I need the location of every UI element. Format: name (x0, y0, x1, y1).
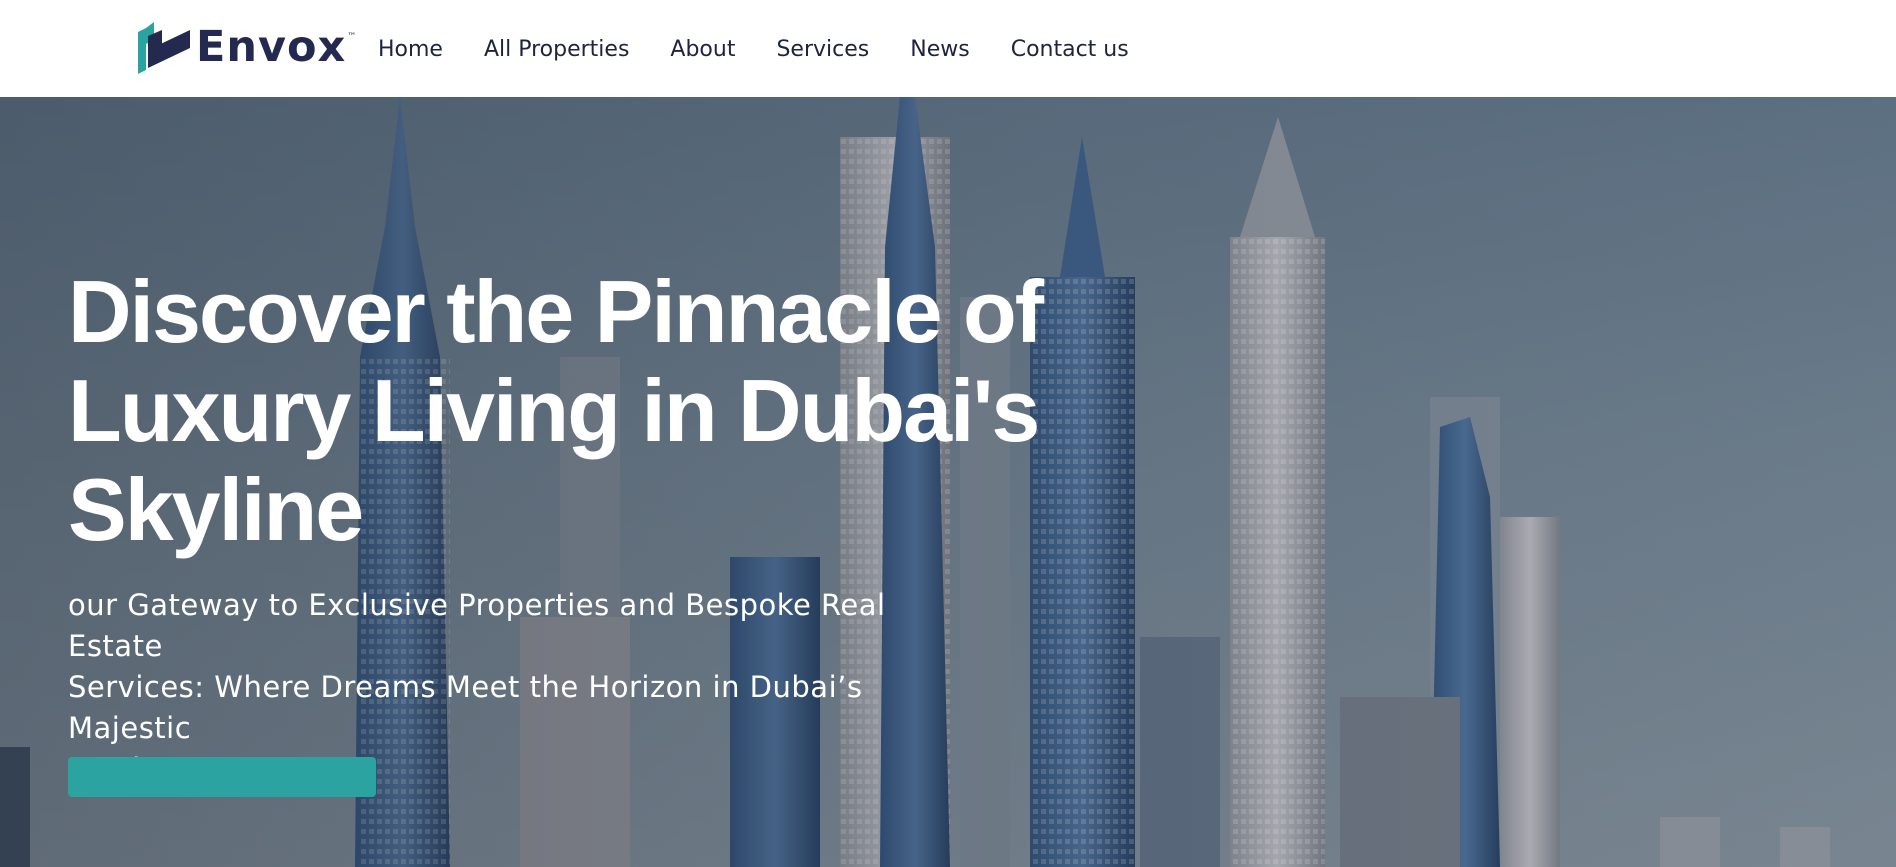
nav-home[interactable]: Home (378, 30, 443, 70)
hero-title: Discover the Pinnacle of Luxury Living i… (68, 262, 1068, 559)
trademark-symbol: ™ (347, 32, 357, 42)
hero-title-line: Skyline (68, 460, 364, 559)
nav-all-properties[interactable]: All Properties (484, 30, 629, 70)
hero-subtitle-line: our Gateway to Exclusive Properties and … (68, 588, 886, 663)
nav-contact-us[interactable]: Contact us (1011, 30, 1129, 70)
hero-title-line: Luxury Living in Dubai's (68, 361, 1040, 460)
envox-logo-icon (138, 22, 190, 74)
envox-logo[interactable]: Envox ™ (136, 20, 356, 74)
site-header: Envox ™ Home All Properties About Servic… (0, 0, 1896, 97)
nav-news[interactable]: News (910, 30, 969, 70)
hero-cta-button[interactable] (68, 757, 376, 797)
nav-about[interactable]: About (670, 30, 735, 70)
main-nav: Home All Properties About Services News … (378, 30, 1170, 70)
hero-title-line: Discover the Pinnacle of (68, 262, 1044, 361)
hero-subtitle-line: Services: Where Dreams Meet the Horizon … (68, 670, 863, 745)
nav-services[interactable]: Services (776, 30, 869, 70)
logo-wordmark: Envox (196, 22, 347, 72)
